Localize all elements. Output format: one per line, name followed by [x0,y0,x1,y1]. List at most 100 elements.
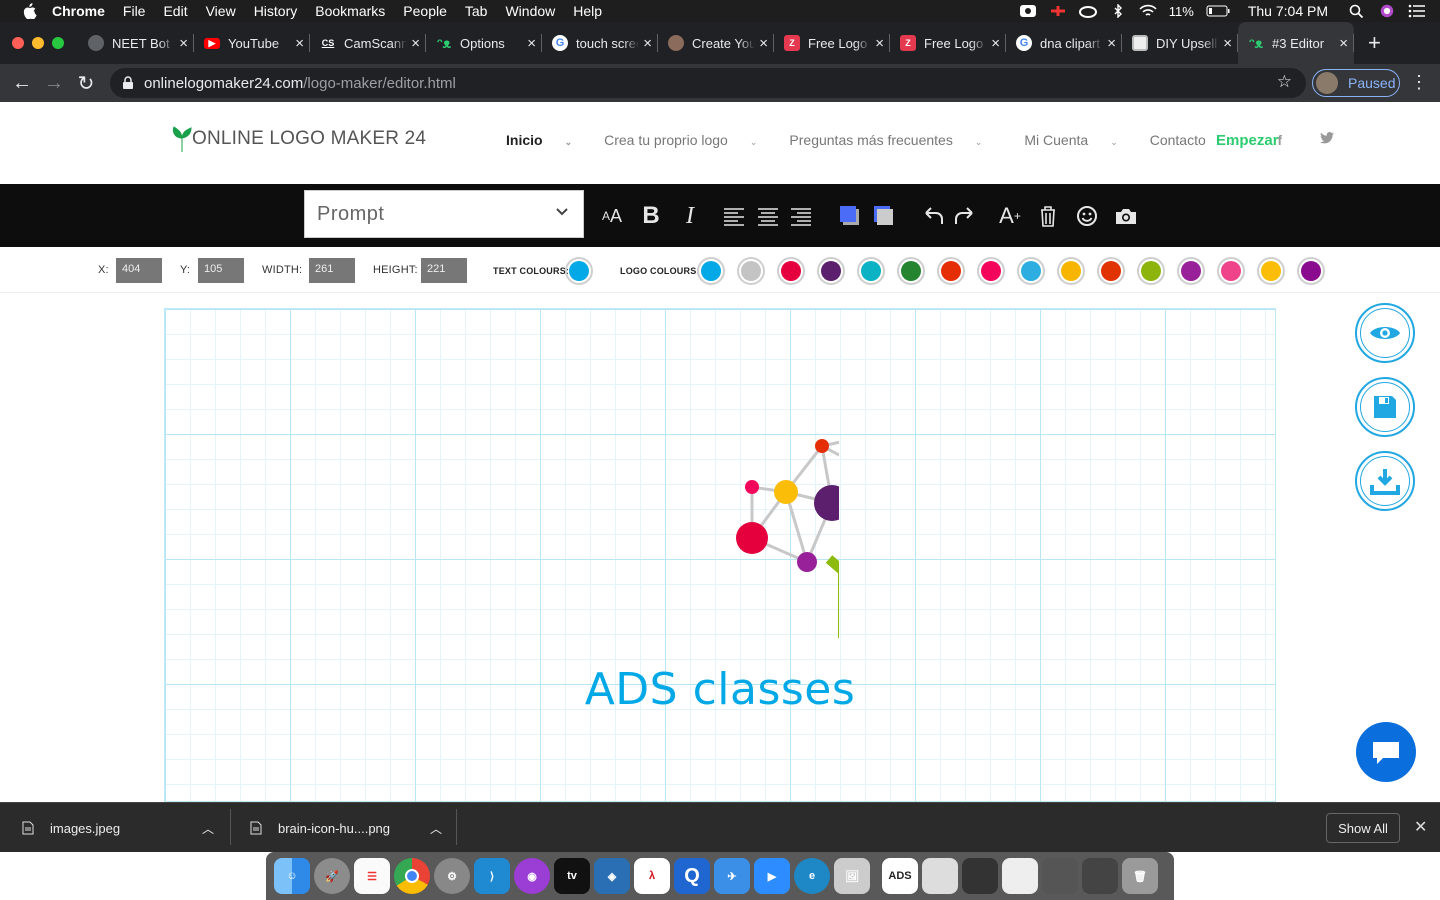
close-tab-icon[interactable]: × [643,35,652,52]
align-center-icon[interactable] [754,202,782,230]
logo-colour-swatch[interactable] [1057,257,1085,285]
undo-icon[interactable] [918,202,946,230]
logo-colour-swatch[interactable] [697,257,725,285]
screenshot-thumb-icon[interactable] [922,858,958,894]
close-tab-icon[interactable]: × [875,35,884,52]
tab-youtube[interactable]: ▶ YouTube × [194,22,310,64]
nav-faq[interactable]: Preguntas más frecuentes ⌄ [789,132,998,148]
height-input[interactable]: 221 [421,258,467,283]
preview-button[interactable] [1355,303,1415,363]
menu-bookmarks[interactable]: Bookmarks [315,3,385,19]
mail-icon[interactable]: ✈ [714,858,750,894]
maximize-window-button[interactable] [52,37,64,49]
tab-neet-bot[interactable]: NEET Bot × [78,22,194,64]
text-colour-swatch[interactable] [565,257,593,285]
width-input[interactable]: 261 [309,258,355,283]
acrobat-icon[interactable]: λ [634,858,670,894]
close-tab-icon[interactable]: × [295,35,304,52]
trash-bin-icon[interactable]: 🗑 [1122,858,1158,894]
close-window-button[interactable] [12,37,24,49]
bluetooth-icon[interactable] [1109,4,1127,18]
spotlight-icon[interactable] [1348,4,1366,18]
logo-colour-swatch[interactable] [857,257,885,285]
tab-touch-screen[interactable]: Gtouch screen× [542,22,658,64]
vpn-icon[interactable] [1049,4,1067,18]
new-tab-button[interactable]: + [1368,30,1381,56]
apple-icon[interactable] [20,3,38,19]
close-tab-icon[interactable]: × [527,35,536,52]
reload-icon[interactable]: ↻ [70,71,102,96]
menu-tab[interactable]: Tab [465,3,488,19]
address-bar[interactable]: onlinelogomaker24.com/logo-maker/editor.… [110,68,1306,98]
redo-icon[interactable] [952,202,980,230]
tab-editor-active[interactable]: ᵔᴥ #3 Editor × [1238,22,1354,64]
chrome-icon[interactable] [394,858,430,894]
save-button[interactable] [1355,377,1415,437]
launchpad-icon[interactable]: 🚀 [314,858,350,894]
logo-colour-swatch[interactable] [1217,257,1245,285]
wifi-icon[interactable] [1139,4,1157,18]
bring-forward-icon[interactable] [836,202,864,230]
pdf-q-icon[interactable]: Q [674,858,710,894]
forward-arrow-icon[interactable]: → [38,72,70,95]
logo-colour-swatch[interactable] [1177,257,1205,285]
logo-colour-swatch[interactable] [897,257,925,285]
menu-help[interactable]: Help [573,3,602,19]
minimize-window-button[interactable] [32,37,44,49]
siri-icon[interactable] [1378,4,1396,18]
download-button[interactable] [1355,451,1415,511]
notification-center-icon[interactable] [1408,4,1426,18]
align-right-icon[interactable] [787,202,815,230]
y-input[interactable]: 105 [198,258,244,283]
battery-icon[interactable] [1206,4,1230,18]
nav-inicio[interactable]: Inicio ⌄ [506,132,588,148]
chat-button[interactable] [1356,722,1416,782]
menu-edit[interactable]: Edit [163,3,187,19]
logo-colour-swatch[interactable] [1017,257,1045,285]
emoji-icon[interactable] [1073,202,1101,230]
tab-camscanner[interactable]: CS CamScanner× [310,22,426,64]
menu-people[interactable]: People [403,3,447,19]
show-all-button[interactable]: Show All [1326,813,1400,843]
ads-file-icon[interactable]: ADS [882,858,918,894]
twitter-icon[interactable] [1320,132,1334,144]
screen-record-icon[interactable] [1019,4,1037,18]
chevron-up-icon[interactable]: ︿ [430,820,442,837]
close-tab-icon[interactable]: × [411,35,420,52]
tab-create-your[interactable]: Create Your × [658,22,774,64]
x-input[interactable]: 404 [116,258,162,283]
virtualbox-icon[interactable]: ◈ [594,858,630,894]
zoom-icon[interactable]: ▶ [754,858,790,894]
align-left-icon[interactable] [720,202,748,230]
tab-free-logo-2[interactable]: Z Free Logo × [890,22,1006,64]
download-item-brain-icon[interactable]: brain-icon-hu....png ︿ [250,803,446,853]
logo-colour-swatch[interactable] [1097,257,1125,285]
apple-tv-icon[interactable]: tv [554,858,590,894]
tab-options[interactable]: ᵔᴥ Options × [426,22,542,64]
nav-crea-logo[interactable]: Crea tu proprio logo ⌄ [604,132,773,148]
logo-text[interactable]: ADS classes [165,664,1275,715]
downloads-stack-icon[interactable] [1082,858,1118,894]
start-button[interactable]: Empezar [1216,132,1279,149]
preview-app-icon[interactable]: 🖼 [834,858,870,894]
tree-network-logo[interactable] [569,414,839,644]
italic-icon[interactable]: I [676,202,704,230]
close-tab-icon[interactable]: × [759,35,768,52]
profile-button[interactable]: Paused [1312,69,1400,97]
chevron-up-icon[interactable]: ︿ [202,820,214,837]
send-backward-icon[interactable] [870,202,898,230]
tab-dna-clipart[interactable]: Gdna clipart × [1006,22,1122,64]
chrome-menu-icon[interactable]: ⋮ [1410,72,1428,93]
vscode-icon[interactable]: ⟩ [474,858,510,894]
close-tab-icon[interactable]: × [1339,35,1348,52]
font-size-icon[interactable]: AA [598,202,626,230]
logo-colour-swatch[interactable] [817,257,845,285]
logo-colour-swatch[interactable] [737,257,765,285]
logo-colour-swatch[interactable] [1257,257,1285,285]
menu-history[interactable]: History [254,3,298,19]
font-select[interactable]: Prompt [304,190,584,238]
close-tab-icon[interactable]: × [1223,35,1232,52]
nav-mi-cuenta[interactable]: Mi Cuenta ⌄ [1024,132,1133,148]
finder-icon[interactable]: ☺ [274,858,310,894]
menu-app[interactable]: Chrome [52,3,105,19]
